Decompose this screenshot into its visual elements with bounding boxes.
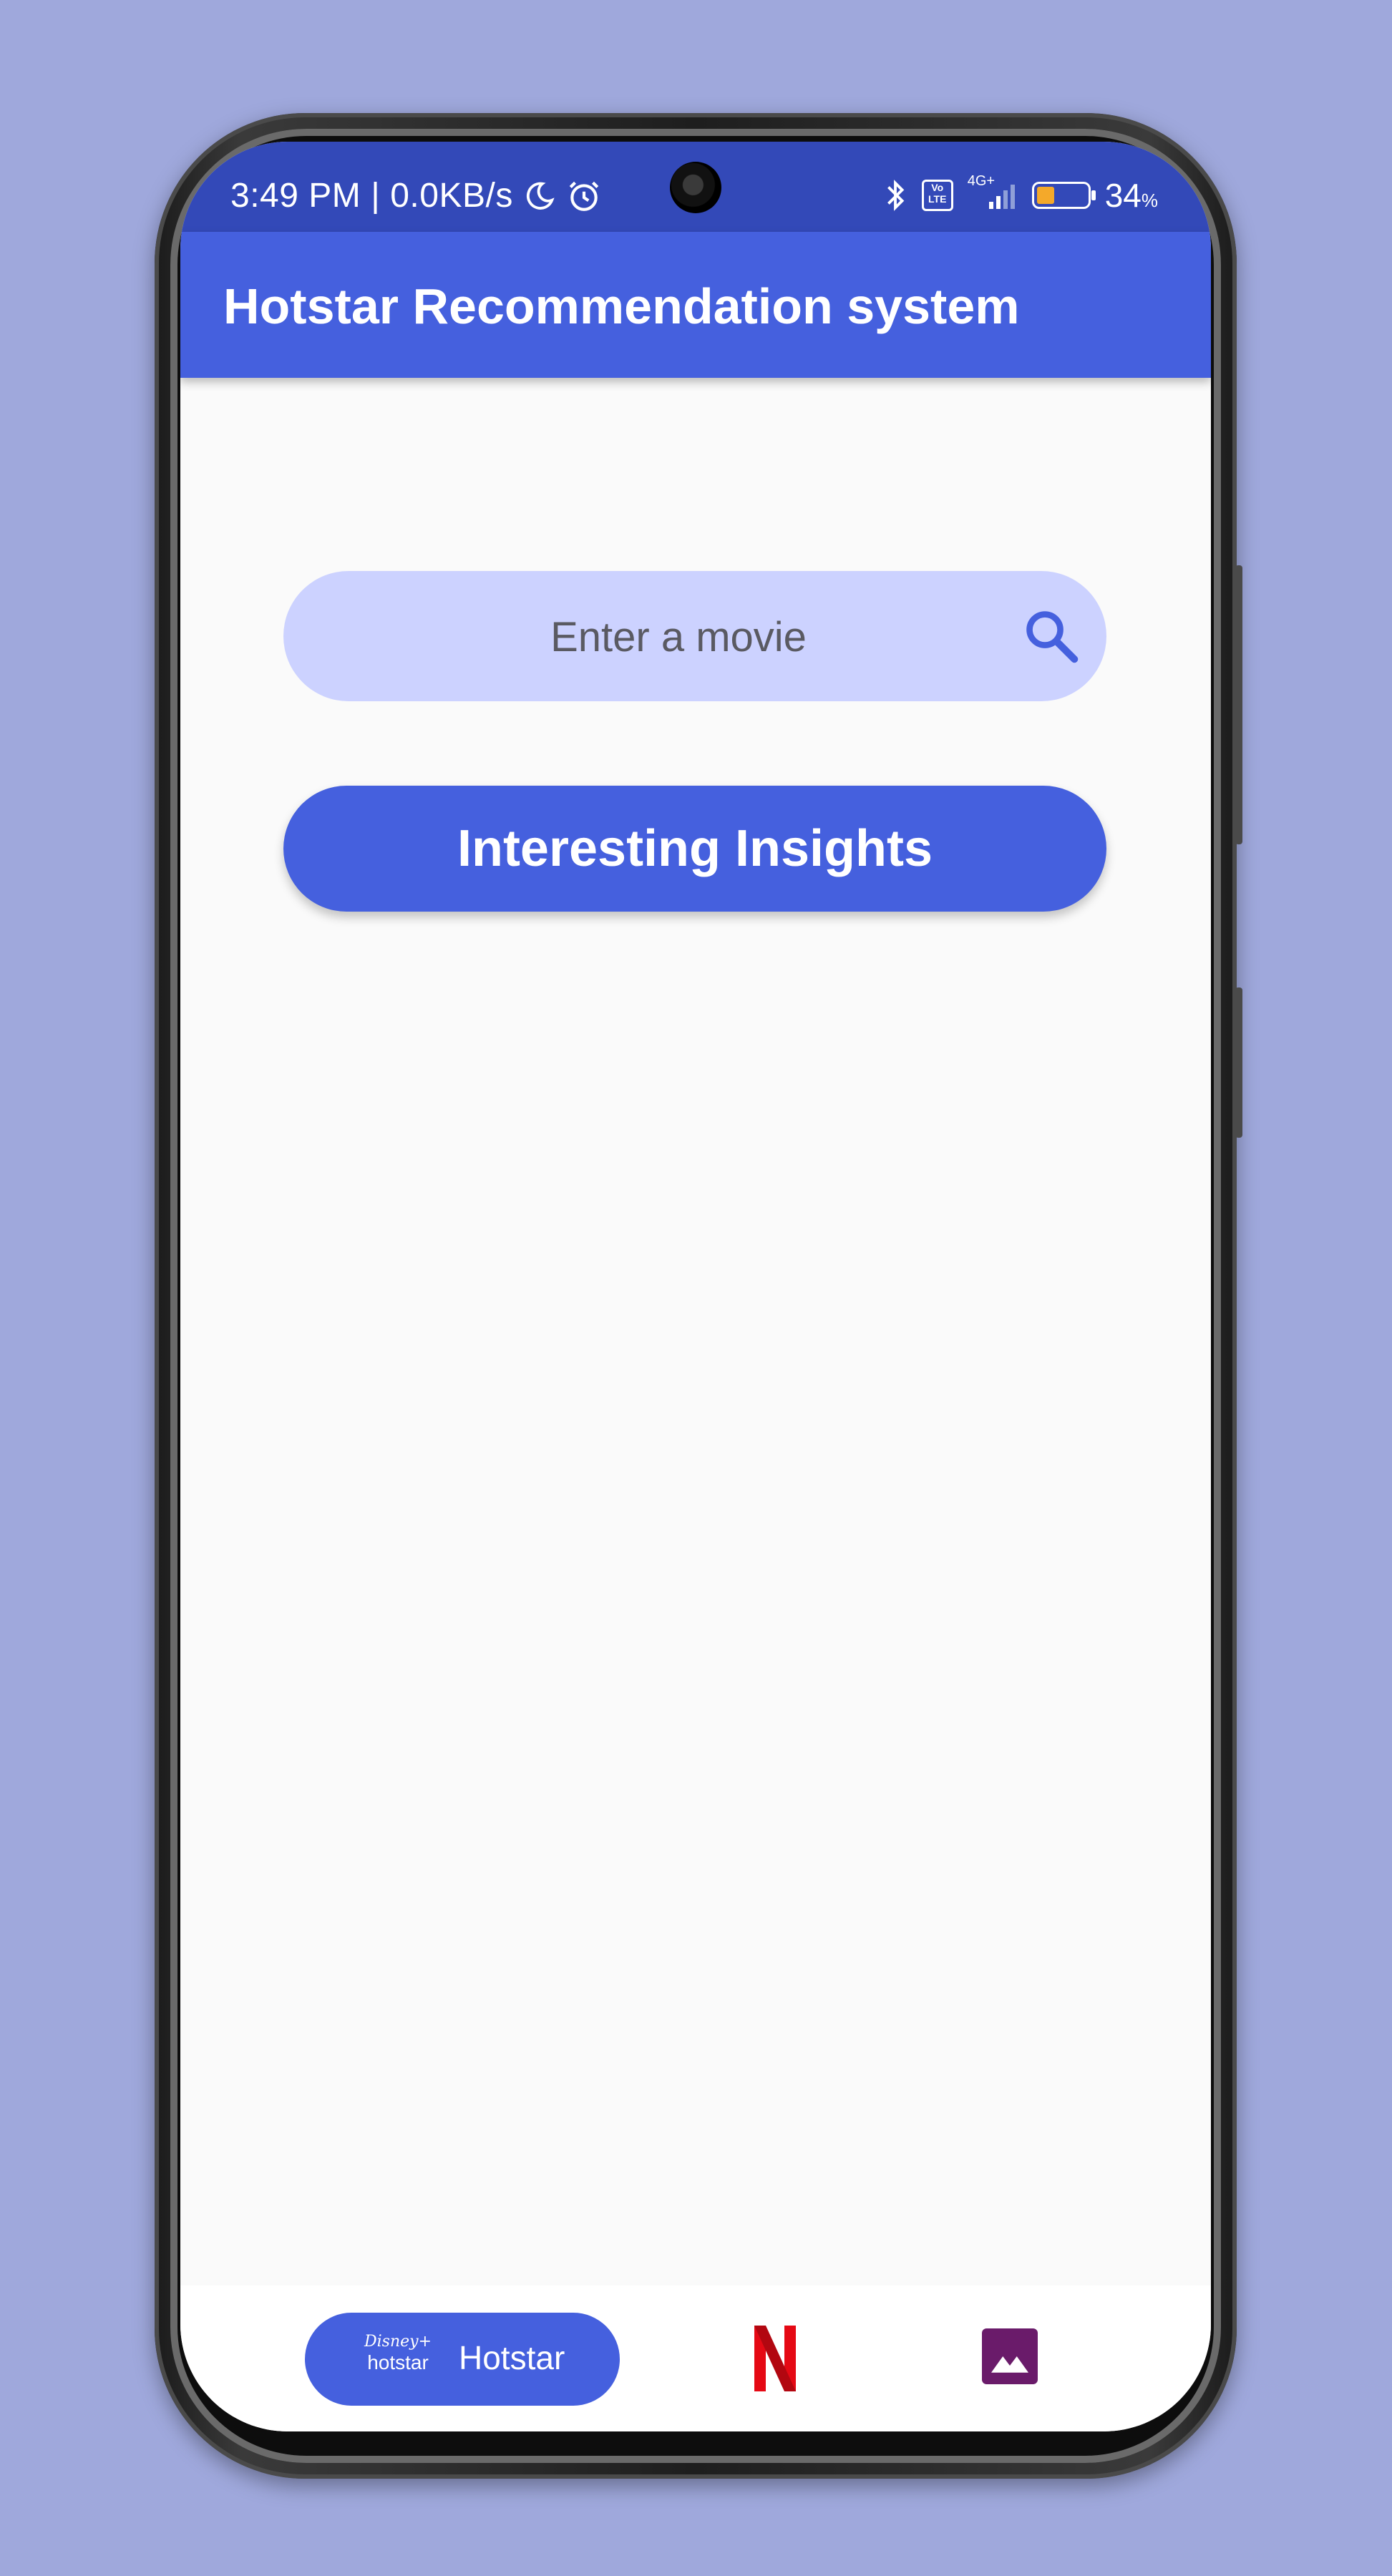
app-bar: Hotstar Recommendation system [180,232,1211,378]
moon-icon [526,182,555,210]
alarm-icon [569,181,599,211]
interesting-insights-button[interactable]: Interesting Insights [283,786,1106,912]
volume-button [1235,565,1242,844]
phone-screen: 3:49 PM | 0.0KB/s Vo LTE 4G+ 34% Hotstar… [180,142,1211,2431]
status-right: Vo LTE 4G+ 34% [883,173,1158,215]
front-camera [670,162,721,213]
hotstar-logo-line2: hotstar [367,2351,429,2373]
status-bar: 3:49 PM | 0.0KB/s Vo LTE 4G+ 34% [180,142,1211,232]
status-separator: | [371,177,381,215]
status-left: 3:49 PM | 0.0KB/s [230,176,602,215]
power-button [1235,987,1242,1138]
interesting-insights-label: Interesting Insights [457,820,933,877]
battery-level [1036,187,1054,204]
status-time: 3:49 PM [230,177,361,215]
volte-icon: Vo LTE [921,180,953,211]
search-bar [283,571,1106,703]
bluetooth-icon [887,180,904,211]
signal-icon: 4G+ [968,173,1018,212]
bottom-navigation: Disney+ hotstar Hotstar [180,2285,1211,2431]
disney-hotstar-logo: Disney+ hotstar [364,2331,432,2389]
search-icon[interactable] [1021,605,1082,667]
battery-percent-value: 34 [1104,177,1142,214]
hotstar-logo-line1: Disney+ [364,2333,432,2351]
battery-icon [1031,182,1096,209]
battery-percent: 34% [1105,176,1158,215]
nav-item-hotstar[interactable]: Disney+ hotstar Hotstar [305,2313,620,2406]
search-input[interactable] [341,571,1016,703]
status-network-speed: 0.0KB/s [390,177,513,215]
netflix-icon[interactable] [754,2326,796,2391]
network-type: 4G+ [967,173,996,189]
nav-item-hotstar-label: Hotstar [459,2339,565,2376]
battery-percent-unit: % [1141,190,1158,211]
gallery-icon[interactable] [982,2328,1038,2384]
app-title: Hotstar Recommendation system [223,278,1020,334]
volte-label: Vo LTE [928,182,947,205]
